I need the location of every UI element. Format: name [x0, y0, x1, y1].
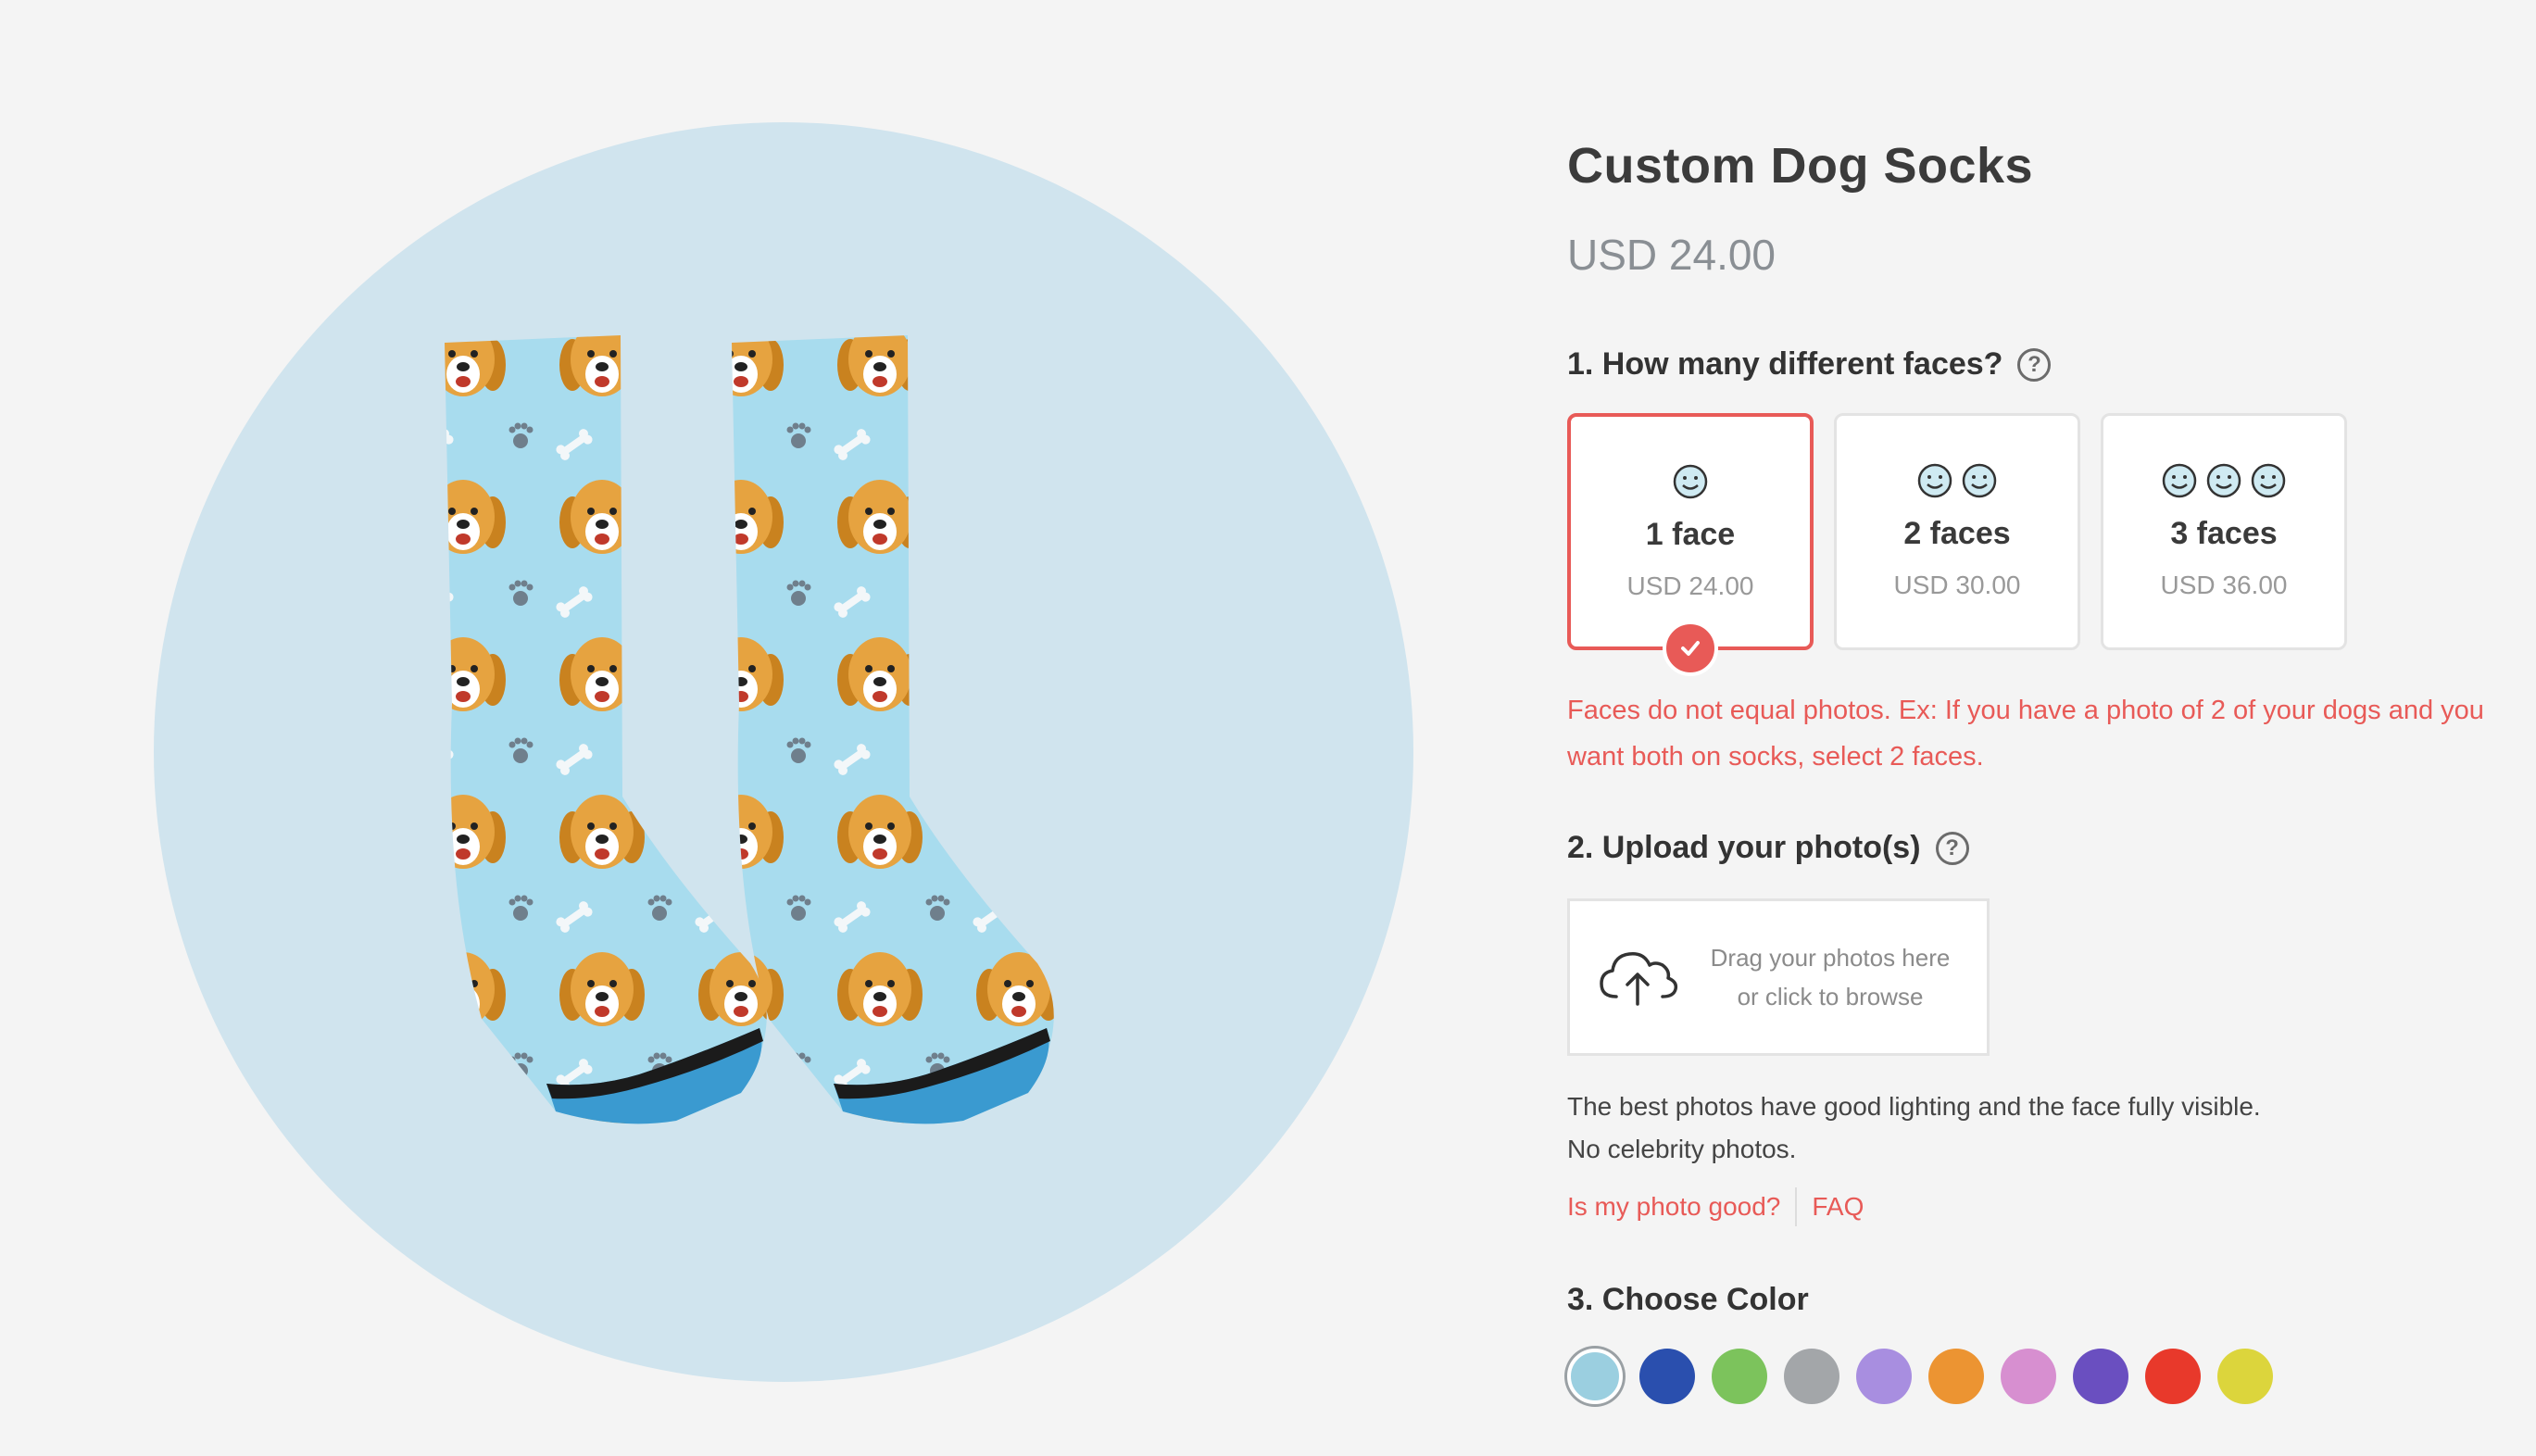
- color-swatch[interactable]: [1928, 1349, 1984, 1404]
- step3-label: 3. Choose Color: [1567, 1282, 1809, 1317]
- help-links: Is my photo good? FAQ: [1567, 1187, 1864, 1226]
- face-option-1[interactable]: 1 face USD 24.00: [1567, 413, 1814, 676]
- smiley-icons: [1571, 463, 1810, 504]
- cloud-upload-icon: [1600, 952, 1678, 1006]
- photo-tip-line-1: The best photos have good lighting and t…: [1567, 1092, 2261, 1121]
- photo-upload-dropzone[interactable]: Drag your photos here or click to browse: [1567, 898, 1990, 1056]
- upload-line-1: Drag your photos here: [1710, 944, 1951, 972]
- faces-note: Faces do not equal photos. Ex: If you ha…: [1567, 696, 2484, 772]
- step1-heading: 1. How many different faces? ?: [1567, 346, 2052, 383]
- step2-heading: 2. Upload your photo(s) ?: [1567, 830, 1969, 866]
- color-swatch[interactable]: [1567, 1349, 1623, 1404]
- faces-selector: 1 face USD 24.00 2 faces USD 30.00 3 fac…: [1567, 413, 2347, 676]
- color-swatch[interactable]: [1856, 1349, 1912, 1404]
- color-swatch[interactable]: [1639, 1349, 1695, 1404]
- upload-line-2: or click to browse: [1737, 983, 1924, 1010]
- face-option-label: 1 face: [1645, 517, 1736, 552]
- color-swatch[interactable]: [2073, 1349, 2128, 1404]
- face-option-3[interactable]: 3 faces USD 36.00: [2101, 413, 2347, 650]
- upload-instructions: Drag your photos here or click to browse: [1696, 938, 1965, 1016]
- color-swatch[interactable]: [2217, 1349, 2273, 1404]
- face-option-price: USD 36.00: [2160, 571, 2288, 599]
- product-title: Custom Dog Socks: [1567, 138, 2034, 194]
- faq-link[interactable]: FAQ: [1812, 1192, 1864, 1222]
- color-swatches: [1567, 1349, 2273, 1404]
- color-swatch[interactable]: [1712, 1349, 1767, 1404]
- smiley-icon: [1962, 463, 1997, 498]
- color-swatch[interactable]: [2145, 1349, 2201, 1404]
- smiley-icon: [2206, 463, 2241, 498]
- is-my-photo-good-link[interactable]: Is my photo good?: [1567, 1192, 1780, 1222]
- face-option-price: USD 30.00: [1893, 571, 2021, 599]
- step1-label: 1. How many different faces?: [1567, 346, 2003, 382]
- help-icon[interactable]: ?: [2017, 347, 2052, 382]
- link-divider: [1795, 1187, 1798, 1226]
- face-option-label: 3 faces: [2170, 516, 2278, 551]
- face-option-2[interactable]: 2 faces USD 30.00: [1834, 413, 2080, 650]
- product-image-socks: [445, 335, 1054, 1124]
- smiley-icon: [2251, 463, 2286, 498]
- smiley-icon: [1917, 463, 1952, 498]
- color-swatch[interactable]: [2001, 1349, 2056, 1404]
- face-option-price: USD 24.00: [1626, 571, 1754, 600]
- step2-label: 2. Upload your photo(s): [1567, 830, 1921, 865]
- color-swatch[interactable]: [1784, 1349, 1839, 1404]
- photo-tip-line-2: No celebrity photos.: [1567, 1135, 1797, 1163]
- smiley-icon: [1673, 464, 1708, 499]
- help-icon[interactable]: ?: [1935, 831, 1969, 865]
- smiley-icons: [1837, 462, 2078, 503]
- smiley-icon: [2162, 463, 2197, 498]
- face-option-label: 2 faces: [1903, 516, 2011, 551]
- smiley-icons: [2103, 462, 2344, 503]
- product-price: USD 24.00: [1567, 231, 1776, 279]
- step3-heading: 3. Choose Color: [1567, 1282, 1809, 1318]
- selected-check-icon: [1663, 621, 1718, 676]
- product-details-panel: Custom Dog Socks USD 24.00 1. How many d…: [1567, 0, 2503, 1456]
- photo-tips: The best photos have good lighting and t…: [1567, 1086, 2261, 1171]
